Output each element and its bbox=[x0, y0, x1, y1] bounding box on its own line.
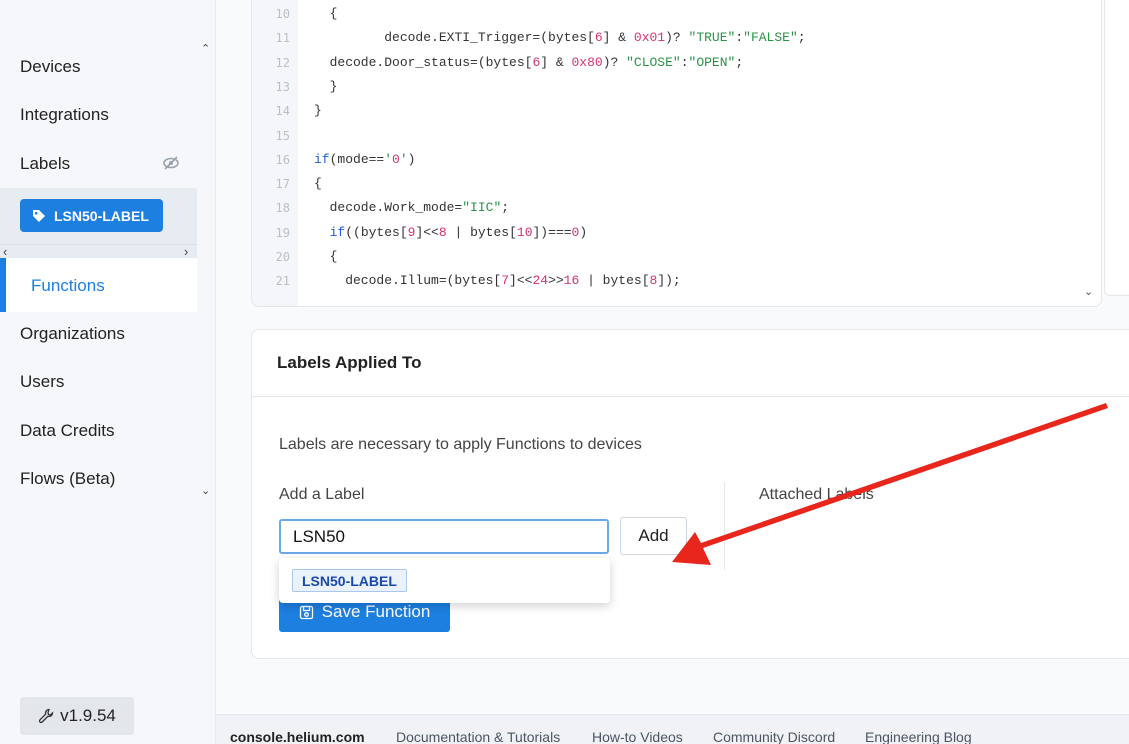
code-line[interactable]: { bbox=[314, 6, 338, 21]
line-number: 20 bbox=[275, 250, 290, 264]
code-editor[interactable]: 10 11 12 13 14 15 16 17 18 19 20 21 { decode.EXTI_T… bbox=[251, 0, 1102, 307]
line-number: 13 bbox=[275, 79, 290, 94]
main-content: 10 11 12 13 14 15 16 17 18 19 20 21 { decode.EXTI_T… bbox=[216, 0, 1129, 714]
app-window: Devices Integrations Labels LSN50-LABEL … bbox=[0, 0, 1129, 744]
sidebar-item-organizations[interactable]: Organizations bbox=[20, 324, 125, 344]
sidebar-item-functions[interactable]: Functions bbox=[0, 258, 197, 312]
code-line[interactable]: } bbox=[314, 103, 322, 118]
suggestion-option[interactable]: LSN50-LABEL bbox=[292, 569, 407, 592]
line-number: 11 bbox=[275, 31, 290, 46]
scroll-up-icon[interactable]: ⌃ bbox=[201, 44, 210, 55]
label-chip-text: LSN50-LABEL bbox=[54, 207, 149, 224]
save-icon bbox=[299, 605, 313, 619]
code-line[interactable]: { bbox=[314, 176, 322, 191]
version-text: v1.9.54 bbox=[60, 706, 116, 725]
card-header: Labels Applied To bbox=[252, 330, 1129, 397]
version-button[interactable]: v1.9.54 bbox=[20, 697, 134, 735]
footer-link-blog[interactable]: Engineering Blog bbox=[865, 729, 972, 744]
code-line[interactable]: decode.Illum=(bytes[7]<<24>>16 | bytes[8… bbox=[314, 273, 681, 288]
sidebar-item-flows[interactable]: Flows (Beta) bbox=[20, 469, 115, 489]
sidebar: Devices Integrations Labels LSN50-LABEL … bbox=[0, 0, 197, 744]
sidebar-item-integrations[interactable]: Integrations bbox=[20, 105, 109, 125]
scroll-right-icon[interactable]: › bbox=[184, 244, 188, 259]
line-number: 17 bbox=[275, 177, 290, 192]
sidebar-vertical-scrollbar[interactable]: ⌃ ⌄ bbox=[197, 0, 216, 744]
label-search-input[interactable] bbox=[279, 519, 609, 554]
side-panel bbox=[1104, 0, 1129, 296]
code-scroll-down-icon[interactable]: ⌄ bbox=[1084, 285, 1093, 298]
footer-link-docs[interactable]: Documentation & Tutorials bbox=[396, 729, 560, 744]
code-line[interactable]: decode.Work_mode="IIC"; bbox=[314, 200, 509, 215]
card-title: Labels Applied To bbox=[277, 353, 422, 372]
wrench-icon bbox=[39, 708, 54, 724]
code-line[interactable]: { bbox=[314, 249, 338, 264]
footer-link-videos[interactable]: How-to Videos bbox=[592, 729, 683, 744]
column-divider bbox=[724, 482, 725, 570]
attached-labels-heading: Attached Labels bbox=[759, 486, 874, 503]
label-suggestions-dropdown: LSN50-LABEL bbox=[279, 558, 610, 603]
code-line[interactable]: if((bytes[9]<<8 | bytes[10])===0) bbox=[314, 225, 588, 240]
line-number: 15 bbox=[275, 128, 290, 143]
footer-domain[interactable]: console.helium.com bbox=[230, 729, 365, 744]
footer: console.helium.com Documentation & Tutor… bbox=[216, 714, 1129, 744]
code-line[interactable]: } bbox=[314, 79, 338, 94]
code-line[interactable]: decode.Door_status=(bytes[6] & 0x80)? "C… bbox=[314, 55, 744, 70]
sidebar-item-labels[interactable]: Labels bbox=[20, 154, 70, 174]
labels-applied-card: Labels Applied To Labels are necessary t… bbox=[251, 329, 1129, 659]
add-label-heading: Add a Label bbox=[279, 486, 365, 503]
horizontal-scrollbar[interactable]: ‹ › bbox=[0, 244, 197, 259]
sidebar-item-data-credits[interactable]: Data Credits bbox=[20, 421, 114, 441]
scroll-left-icon[interactable]: ‹ bbox=[3, 244, 7, 259]
code-line[interactable]: decode.EXTI_Trigger=(bytes[6] & 0x01)? "… bbox=[314, 30, 805, 45]
sidebar-item-users[interactable]: Users bbox=[20, 372, 64, 392]
line-number-gutter: 10 11 12 13 14 15 16 17 18 19 20 21 bbox=[252, 0, 298, 306]
label-chip-lsn50[interactable]: LSN50-LABEL bbox=[20, 199, 163, 232]
sidebar-item-label: Functions bbox=[31, 276, 105, 295]
eye-slash-icon[interactable] bbox=[162, 154, 180, 172]
line-number: 12 bbox=[275, 55, 290, 70]
line-number: 19 bbox=[275, 225, 290, 240]
active-indicator bbox=[0, 258, 6, 312]
line-number: 18 bbox=[275, 201, 290, 216]
save-function-label: Save Function bbox=[321, 602, 431, 621]
line-number: 10 bbox=[275, 7, 290, 21]
code-line[interactable]: if(mode=='0') bbox=[314, 152, 415, 167]
scroll-down-icon[interactable]: ⌄ bbox=[201, 486, 210, 497]
footer-link-discord[interactable]: Community Discord bbox=[713, 729, 835, 744]
line-number: 14 bbox=[275, 104, 290, 119]
line-number: 21 bbox=[275, 274, 290, 289]
sidebar-item-devices[interactable]: Devices bbox=[20, 57, 80, 77]
tag-icon bbox=[33, 209, 45, 222]
add-label-button[interactable]: Add bbox=[620, 517, 687, 555]
line-number: 16 bbox=[275, 152, 290, 167]
labels-description: Labels are necessary to apply Functions … bbox=[279, 436, 642, 453]
